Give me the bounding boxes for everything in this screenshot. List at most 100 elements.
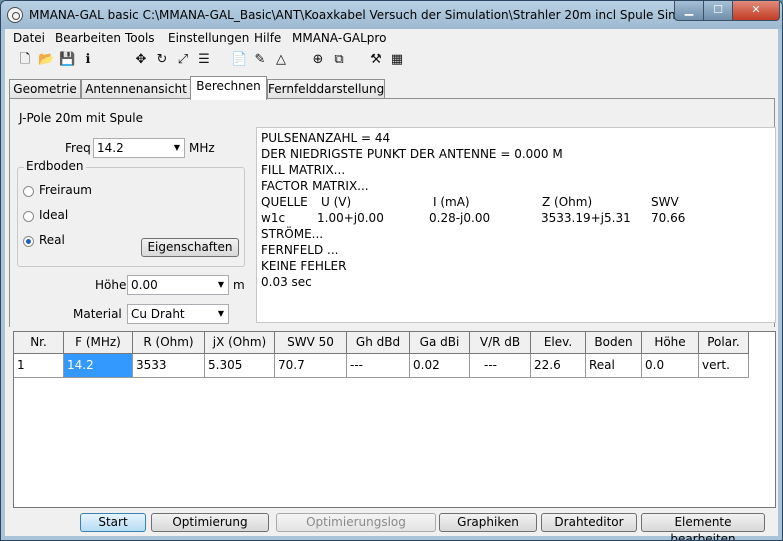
- cell-gh[interactable]: ---: [347, 354, 410, 378]
- output-line: STRÖME...: [261, 227, 324, 241]
- output-line: KEINE FEHLER: [261, 259, 347, 273]
- col-header-jx[interactable]: jX (Ohm): [205, 332, 275, 354]
- cell-vr[interactable]: ---: [470, 354, 531, 378]
- material-label: Material: [73, 307, 122, 321]
- source-name: w1c: [261, 211, 286, 225]
- material-combo[interactable]: Cu Draht ▼: [127, 304, 229, 324]
- col-header-vr[interactable]: V/R dB: [470, 332, 531, 354]
- stretch-icon[interactable]: ⤢: [175, 52, 191, 68]
- menu-tools[interactable]: Tools: [125, 31, 155, 45]
- tab-fernfelddarstellung[interactable]: Fernfelddarstellung: [267, 79, 385, 99]
- tab-geometrie[interactable]: Geometrie: [9, 79, 81, 99]
- draw-icon[interactable]: ✎: [252, 52, 268, 68]
- optimize-button[interactable]: Optimierung: [151, 513, 269, 532]
- col-header-r[interactable]: R (Ohm): [133, 332, 205, 354]
- close-button[interactable]: ✕: [732, 1, 780, 21]
- wire-editor-button[interactable]: Drahteditor: [541, 513, 637, 532]
- app-icon[interactable]: [7, 7, 23, 23]
- col-header-boden[interactable]: Boden: [586, 332, 642, 354]
- cell-r[interactable]: 3533: [133, 354, 205, 378]
- menu-hilfe[interactable]: Hilfe: [254, 31, 281, 45]
- radio-real[interactable]: [23, 236, 34, 247]
- col-header-polar[interactable]: Polar.: [699, 332, 749, 354]
- antenna-name: J-Pole 20m mit Spule: [19, 111, 143, 125]
- source-header-swv: SWV: [651, 195, 679, 209]
- source-header-z: Z (Ohm): [542, 195, 593, 209]
- chevron-down-icon[interactable]: ▼: [174, 139, 180, 157]
- cell-nr[interactable]: 1: [14, 354, 64, 378]
- radio-real-label[interactable]: Real: [39, 233, 65, 247]
- output-log[interactable]: PULSENANZAHL = 44 DER NIEDRIGSTE PUNKT D…: [256, 127, 776, 323]
- col-header-swv50[interactable]: SWV 50: [275, 332, 347, 354]
- output-line: FACTOR MATRIX...: [261, 179, 369, 193]
- output-line: 0.03 sec: [261, 275, 312, 289]
- minimize-button[interactable]: ▁: [674, 1, 704, 21]
- menu-bearbeiten[interactable]: Bearbeiten: [55, 31, 121, 45]
- radio-freiraum-label[interactable]: Freiraum: [39, 183, 92, 197]
- tools-icon[interactable]: ⚒: [368, 52, 384, 68]
- properties-button[interactable]: Eigenschaften: [141, 238, 239, 257]
- cell-hoehe[interactable]: 0.0: [642, 354, 699, 378]
- col-header-elev[interactable]: Elev.: [531, 332, 586, 354]
- document-icon[interactable]: 📄: [231, 52, 247, 68]
- col-header-gh[interactable]: Gh dBd: [347, 332, 410, 354]
- triangle-icon[interactable]: △: [273, 52, 289, 68]
- radio-ideal[interactable]: [23, 211, 34, 222]
- main-content: Geometrie Antennenansicht Berechnen Fern…: [5, 74, 778, 540]
- output-line: DER NIEDRIGSTE PUNKT DER ANTENNE = 0.000…: [261, 147, 563, 161]
- edit-elements-button[interactable]: Elemente bearbeiten: [641, 513, 765, 540]
- toolbar: 🗋 📂 💾 ℹ ✥ ↻ ⤢ ☰ 📄 ✎ △ ⊕ ⧉ ⚒ ▦: [5, 48, 778, 74]
- source-swv: 70.66: [651, 211, 686, 225]
- info-icon[interactable]: ℹ: [80, 52, 96, 68]
- cell-swv50[interactable]: 70.7: [275, 354, 347, 378]
- radio-ideal-label[interactable]: Ideal: [39, 208, 68, 222]
- copy-icon[interactable]: ⧉: [331, 52, 347, 68]
- split-icon[interactable]: ☰: [196, 52, 212, 68]
- source-current: 0.28-j0.00: [429, 211, 491, 225]
- cell-boden[interactable]: Real: [586, 354, 642, 378]
- col-header-ga[interactable]: Ga dBi: [410, 332, 470, 354]
- cell-polar[interactable]: vert.: [699, 354, 749, 378]
- chevron-down-icon[interactable]: ▼: [218, 305, 224, 323]
- chevron-down-icon[interactable]: ▼: [218, 276, 224, 294]
- open-folder-icon[interactable]: 📂: [38, 52, 54, 68]
- target-icon[interactable]: ⊕: [310, 52, 326, 68]
- results-table[interactable]: Nr. F (MHz) R (Ohm) jX (Ohm) SWV 50 Gh d…: [13, 331, 776, 508]
- output-line: FILL MATRIX...: [261, 163, 346, 177]
- cell-ga[interactable]: 0.02: [410, 354, 470, 378]
- freq-label: Freq: [65, 141, 91, 155]
- menu-mmana-galpro[interactable]: MMANA-GALpro: [292, 31, 386, 45]
- rotate-icon[interactable]: ↻: [154, 52, 170, 68]
- tab-antennenansicht[interactable]: Antennenansicht: [81, 79, 191, 99]
- move-icon[interactable]: ✥: [133, 52, 149, 68]
- graphs-button[interactable]: Graphiken: [439, 513, 537, 532]
- cell-elev[interactable]: 22.6: [531, 354, 586, 378]
- height-label: Höhe: [95, 278, 127, 292]
- height-combo[interactable]: 0.00 ▼: [127, 275, 229, 295]
- source-voltage: 1.00+j0.00: [317, 211, 384, 225]
- calculator-icon[interactable]: ▦: [389, 52, 405, 68]
- maximize-button[interactable]: ☐: [703, 1, 733, 21]
- menu-einstellungen[interactable]: Einstellungen: [168, 31, 249, 45]
- col-header-hoehe[interactable]: Höhe: [642, 332, 699, 354]
- save-icon[interactable]: 💾: [59, 52, 75, 68]
- ground-title: Erdboden: [24, 159, 86, 173]
- new-file-icon[interactable]: 🗋: [17, 52, 33, 68]
- ground-groupbox: Erdboden Freiraum Ideal Real Eigenschaft…: [17, 159, 245, 267]
- cell-jx[interactable]: 5.305: [205, 354, 275, 378]
- col-header-nr[interactable]: Nr.: [14, 332, 64, 354]
- cell-freq[interactable]: 14.2: [64, 354, 133, 378]
- col-header-freq[interactable]: F (MHz): [64, 332, 133, 354]
- source-impedance: 3533.19+j5.31: [541, 211, 631, 225]
- height-unit: m: [233, 278, 245, 292]
- start-button[interactable]: Start: [80, 513, 146, 532]
- title-bar[interactable]: MMANA-GAL basic C:\MMANA-GAL_Basic\ANT\K…: [1, 1, 782, 29]
- freq-unit: MHz: [189, 141, 215, 155]
- menu-datei[interactable]: Datei: [13, 31, 45, 45]
- output-line: PULSENANZAHL = 44: [261, 131, 391, 145]
- source-header-i: I (mA): [433, 195, 470, 209]
- tab-berechnen[interactable]: Berechnen: [190, 76, 267, 100]
- material-value: Cu Draht: [131, 307, 185, 321]
- radio-freiraum[interactable]: [23, 186, 34, 197]
- freq-combo[interactable]: 14.2 ▼: [93, 138, 185, 158]
